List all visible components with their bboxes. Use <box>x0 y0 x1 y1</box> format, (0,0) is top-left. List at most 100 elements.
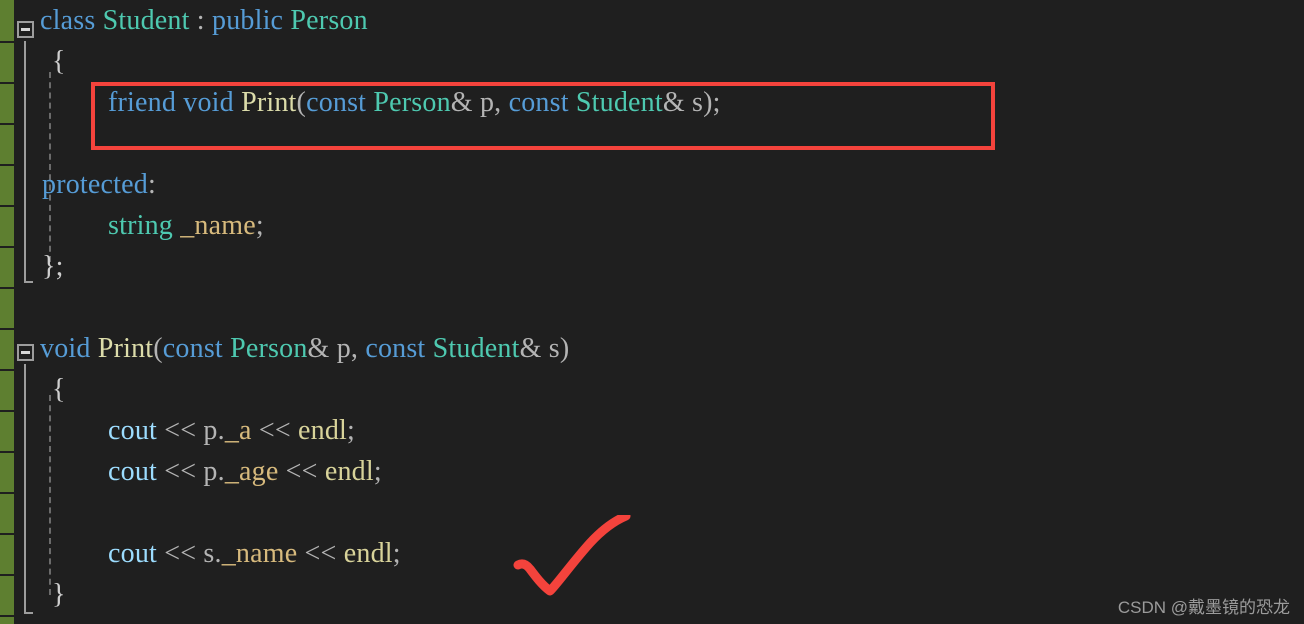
code-token: & s) <box>519 333 570 364</box>
code-token: const <box>508 87 569 118</box>
code-token: << <box>157 415 204 446</box>
code-line[interactable]: cout << p._age << endl; <box>40 451 382 492</box>
change-bar-separator <box>0 492 14 494</box>
code-token: Student <box>102 5 190 36</box>
code-token: Person <box>373 87 451 118</box>
fold-region-foot-print-function <box>24 612 33 614</box>
code-token: << <box>297 538 344 569</box>
code-token: Student <box>575 87 663 118</box>
fold-region-line-print-function <box>24 364 26 612</box>
change-bar-separator <box>0 533 14 535</box>
change-bar-separator <box>0 205 14 207</box>
change-bar-separator <box>0 287 14 289</box>
fold-region-foot-class-student <box>24 281 33 283</box>
minus-icon <box>21 28 30 31</box>
fold-toggle-class-student[interactable] <box>17 21 34 38</box>
code-token: _age <box>224 456 279 487</box>
code-token: s <box>203 538 215 569</box>
code-line[interactable]: cout << p._a << endl; <box>40 410 355 451</box>
code-token: cout <box>108 456 158 487</box>
code-token: cout <box>108 538 158 569</box>
fold-gutter <box>14 0 40 624</box>
code-token: endl <box>324 456 374 487</box>
change-bar-separator <box>0 328 14 330</box>
code-token: << <box>251 415 299 446</box>
fold-toggle-print-function[interactable] <box>17 344 34 361</box>
code-token: ( <box>153 333 163 364</box>
code-token: Student <box>432 333 520 364</box>
code-token: friend <box>108 87 177 118</box>
code-token: ; <box>255 210 264 241</box>
change-indicator-bar <box>0 0 14 624</box>
code-token: ; <box>347 415 356 446</box>
code-token: ; <box>373 456 382 487</box>
code-token: const <box>365 333 426 364</box>
change-bar-separator <box>0 615 14 617</box>
code-token: p <box>203 456 218 487</box>
code-token: : <box>147 169 156 200</box>
change-bar-separator <box>0 164 14 166</box>
code-token: cout <box>108 415 158 446</box>
watermark-label: CSDN @戴墨镜的恐龙 <box>1117 598 1290 617</box>
change-bar-separator <box>0 410 14 412</box>
code-token: void <box>40 333 91 364</box>
change-bar-separator <box>0 369 14 371</box>
code-token: & p, <box>450 87 509 118</box>
change-bar-separator <box>0 41 14 43</box>
code-token: const <box>306 87 367 118</box>
code-token: void <box>183 87 234 118</box>
code-token: << <box>157 538 204 569</box>
code-line[interactable]: protected: <box>40 164 156 205</box>
code-token: _name <box>180 210 256 241</box>
code-line[interactable]: class Student : public Person <box>40 0 368 41</box>
code-token: << <box>278 456 325 487</box>
code-token: class <box>40 5 96 36</box>
code-line[interactable]: cout << s._name << endl; <box>40 533 401 574</box>
code-token: ( <box>296 87 307 118</box>
code-token: . <box>214 538 222 569</box>
code-token: _a <box>224 415 252 446</box>
code-token: protected <box>42 169 148 200</box>
code-token: } <box>52 579 66 610</box>
code-editor-screenshot: class Student : public Person { friend voi… <box>0 0 1304 624</box>
code-line[interactable]: { <box>40 369 66 410</box>
code-token: Person <box>230 333 308 364</box>
change-bar-separator <box>0 82 14 84</box>
code-line[interactable]: }; <box>40 246 64 287</box>
code-token: . <box>217 415 225 446</box>
minus-icon <box>21 351 30 354</box>
code-token: { <box>52 374 66 405</box>
code-token: string <box>108 210 173 241</box>
code-token: endl <box>298 415 348 446</box>
code-token: . <box>217 456 225 487</box>
code-token: p <box>203 415 218 446</box>
code-line[interactable]: friend void Print(const Person& p, const… <box>40 82 721 123</box>
change-bar-separator <box>0 246 14 248</box>
change-bar-separator <box>0 123 14 125</box>
code-line[interactable]: string _name; <box>40 205 264 246</box>
code-token: ; <box>392 538 401 569</box>
code-token: Person <box>290 5 368 36</box>
code-line[interactable]: { <box>40 41 66 82</box>
code-line[interactable]: void Print(const Person& p, const Studen… <box>40 328 569 369</box>
code-token: Print <box>97 333 154 364</box>
code-token: const <box>162 333 223 364</box>
code-token: << <box>157 456 204 487</box>
code-token: : <box>189 5 212 36</box>
code-area[interactable]: class Student : public Person { friend voi… <box>40 0 1304 624</box>
fold-region-line-class-student <box>24 41 26 281</box>
code-line[interactable]: } <box>40 574 66 615</box>
code-token: & s); <box>662 87 721 118</box>
code-token: endl <box>343 538 393 569</box>
code-token: }; <box>42 251 64 282</box>
change-bar-separator <box>0 574 14 576</box>
code-token: & p, <box>307 333 366 364</box>
code-token: Print <box>241 87 297 118</box>
code-token: { <box>52 46 66 77</box>
code-token: public <box>212 5 284 36</box>
